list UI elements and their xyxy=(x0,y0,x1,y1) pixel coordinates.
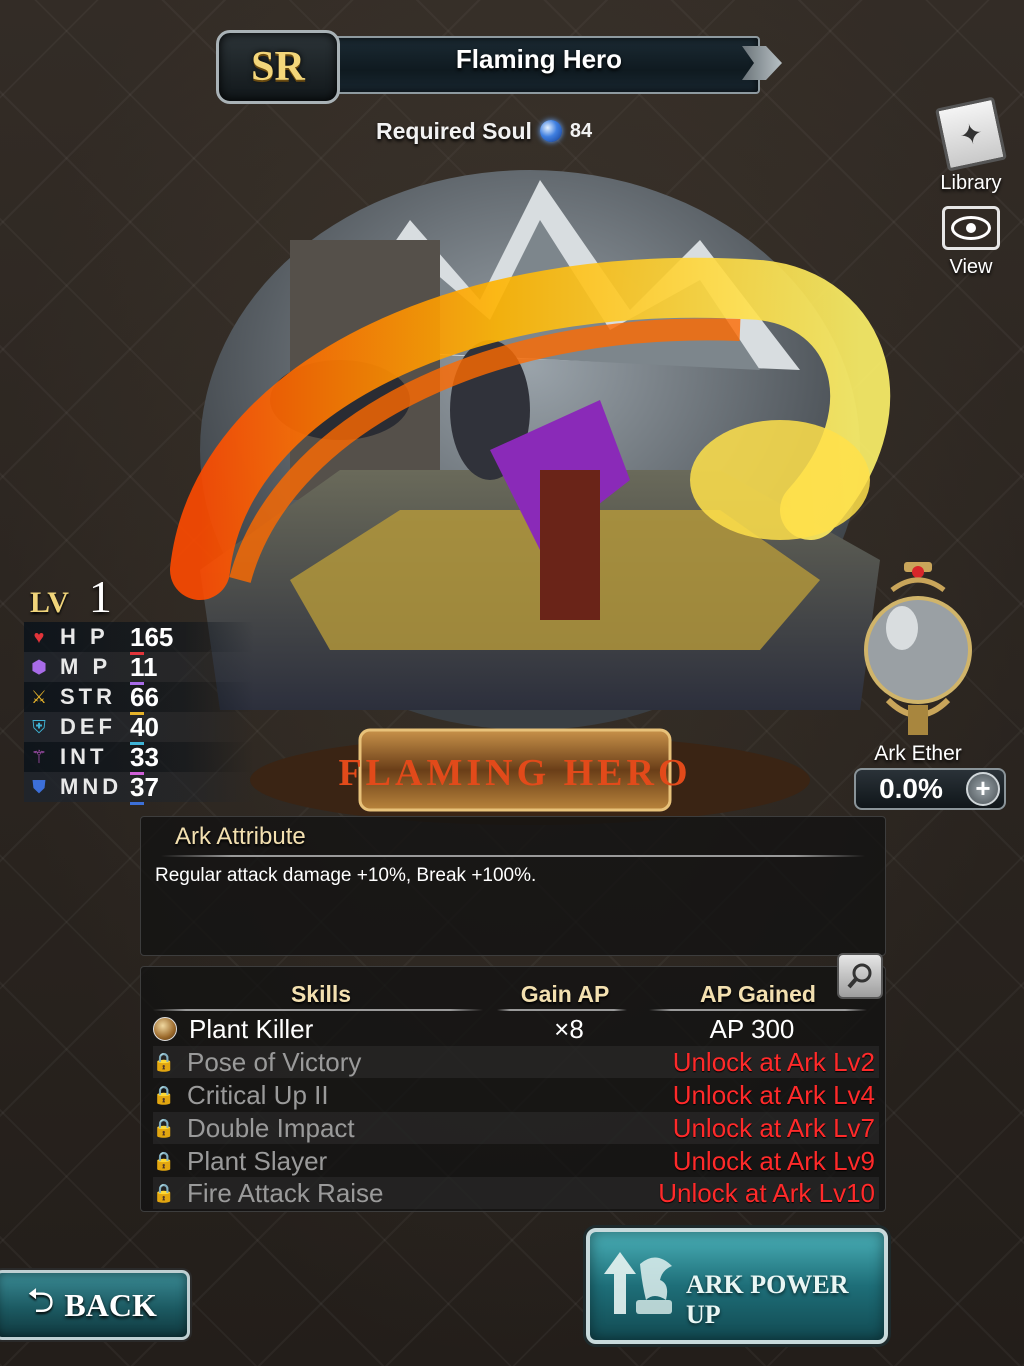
skill-row[interactable]: 🔒 Plant Slayer Unlock at Ark Lv9 xyxy=(153,1145,879,1177)
view-label: View xyxy=(949,256,993,278)
skill-name: Plant Slayer xyxy=(187,1145,328,1176)
divider xyxy=(153,1009,483,1011)
view-button[interactable]: View xyxy=(936,206,1006,282)
skill-unlock-requirement: Unlock at Ark Lv2 xyxy=(672,1046,875,1077)
lock-icon: 🔒 xyxy=(152,1117,176,1138)
magnify-button[interactable] xyxy=(837,953,883,999)
stat-value: 40 xyxy=(130,711,159,745)
rarity-label: SR xyxy=(251,44,305,90)
soul-orb-icon xyxy=(539,120,562,142)
stat-row-mnd: ⛊ MND 37 xyxy=(24,771,254,805)
skill-row[interactable]: 🔒 Pose of Victory Unlock at Ark Lv2 xyxy=(153,1046,879,1078)
library-button[interactable]: ✦ Library xyxy=(928,96,1014,196)
level-label: LV xyxy=(30,586,69,619)
skill-orb-icon xyxy=(153,1017,177,1041)
ark-attribute-panel: Ark Attribute Regular attack damage +10%… xyxy=(140,816,886,956)
lock-icon: 🔒 xyxy=(152,1150,176,1171)
ark-ether-orb-icon xyxy=(858,560,978,740)
mp-crystal-icon: ⬢ xyxy=(31,656,47,677)
stat-value: 37 xyxy=(130,771,159,805)
skill-name: Double Impact xyxy=(187,1112,355,1143)
stat-name: STR xyxy=(60,684,116,709)
skill-row[interactable]: 🔒 Double Impact Unlock at Ark Lv7 xyxy=(153,1112,879,1144)
library-label: Library xyxy=(940,172,1002,194)
skill-unlock-requirement: Unlock at Ark Lv9 xyxy=(672,1145,875,1176)
divider xyxy=(161,855,865,857)
stat-row-int: ⚚ INT 33 xyxy=(24,741,254,775)
staff-icon: ⚚ xyxy=(30,746,48,767)
stats-panel: ♥ H P 165 ⬢ M P 11 ⚔ STR 66 ⛨ DEF 40 ⚚ I… xyxy=(24,621,254,805)
level-value: 1 xyxy=(88,571,112,622)
ark-ether-value: 0.0% xyxy=(879,773,943,804)
lock-icon: 🔒 xyxy=(152,1051,176,1072)
ark-attribute-text: Regular attack damage +10%, Break +100%. xyxy=(155,865,537,886)
required-soul: Required Soul 84 xyxy=(376,116,592,146)
back-arrow-icon: ⮌ xyxy=(27,1281,55,1320)
card-name: Flaming Hero xyxy=(455,44,623,74)
eye-icon xyxy=(942,206,1000,250)
ark-ether-display: 0.0% + xyxy=(854,768,1006,810)
skills-header: Skills Gain AP AP Gained xyxy=(141,979,885,1013)
book-icon: ✦ xyxy=(935,96,1007,172)
divider xyxy=(497,1009,627,1011)
magnifier-icon xyxy=(847,963,872,989)
add-ark-ether-button[interactable]: + xyxy=(966,772,1000,806)
stat-value: 11 xyxy=(130,651,158,685)
stat-name: DEF xyxy=(60,714,116,739)
ark-power-up-button[interactable]: ARK POWER UP xyxy=(586,1228,888,1344)
skill-name: Pose of Victory xyxy=(187,1046,362,1077)
stat-value: 165 xyxy=(130,621,174,655)
lock-icon: 🔒 xyxy=(152,1182,176,1203)
sword-icon: ⚔ xyxy=(30,686,48,707)
level-display: LV 1 xyxy=(30,570,112,623)
skill-name: Fire Attack Raise xyxy=(187,1177,384,1208)
skills-panel: Skills Gain AP AP Gained Plant Killer ×8… xyxy=(140,953,886,1212)
stat-name: INT xyxy=(60,744,108,769)
skill-name: Plant Killer xyxy=(189,1013,314,1044)
mind-shield-icon: ⛊ xyxy=(32,776,46,797)
stat-row-str: ⚔ STR 66 xyxy=(24,681,254,715)
stat-name: MND xyxy=(60,774,123,799)
shield-icon: ⛨ xyxy=(32,716,46,737)
skill-unlock-requirement: Unlock at Ark Lv10 xyxy=(658,1177,875,1208)
rarity-badge: SR xyxy=(216,30,340,104)
skill-name: Critical Up II xyxy=(187,1079,329,1110)
divider xyxy=(649,1009,867,1011)
stat-row-mp: ⬢ M P 11 xyxy=(24,651,254,685)
ark-power-up-label: ARK POWER UP xyxy=(686,1270,849,1329)
skill-unlock-requirement: Unlock at Ark Lv7 xyxy=(672,1112,875,1143)
lock-icon: 🔒 xyxy=(152,1084,176,1105)
skills-column-header: Skills xyxy=(290,981,352,1007)
ark-attribute-title: Ark Attribute xyxy=(175,823,306,850)
stat-value: 66 xyxy=(130,681,159,715)
card-artwork: FLAMING HERO xyxy=(160,150,900,830)
skill-ap-gained: AP 300 xyxy=(709,1013,795,1044)
ap-gained-column-header: AP Gained xyxy=(700,981,816,1007)
ark-ether-label: Ark Ether xyxy=(874,742,962,765)
artwork-plaque: FLAMING HERO xyxy=(338,752,691,794)
title-bar: SR Flaming Hero xyxy=(216,30,782,104)
heart-icon: ♥ xyxy=(33,626,45,647)
gain-ap-column-header: Gain AP xyxy=(520,981,610,1007)
stat-row-hp: ♥ H P 165 xyxy=(24,621,254,655)
required-soul-label: Required Soul xyxy=(376,117,532,144)
skill-row[interactable]: Plant Killer ×8 AP 300 xyxy=(153,1013,879,1045)
stat-value: 33 xyxy=(130,741,159,775)
required-soul-value: 84 xyxy=(569,119,593,142)
skill-row[interactable]: 🔒 Fire Attack Raise Unlock at Ark Lv10 xyxy=(153,1177,879,1209)
phoenix-emblem-icon xyxy=(600,1244,680,1324)
stat-name: M P xyxy=(60,654,112,679)
back-label: BACK xyxy=(64,1286,157,1323)
skill-row[interactable]: 🔒 Critical Up II Unlock at Ark Lv4 xyxy=(153,1079,879,1111)
back-button[interactable]: ⮌ BACK xyxy=(0,1270,190,1340)
stat-row-def: ⛨ DEF 40 xyxy=(24,711,254,745)
skill-unlock-requirement: Unlock at Ark Lv4 xyxy=(672,1079,875,1110)
skill-gain-ap: ×8 xyxy=(554,1013,584,1044)
stat-name: H P xyxy=(60,624,109,649)
